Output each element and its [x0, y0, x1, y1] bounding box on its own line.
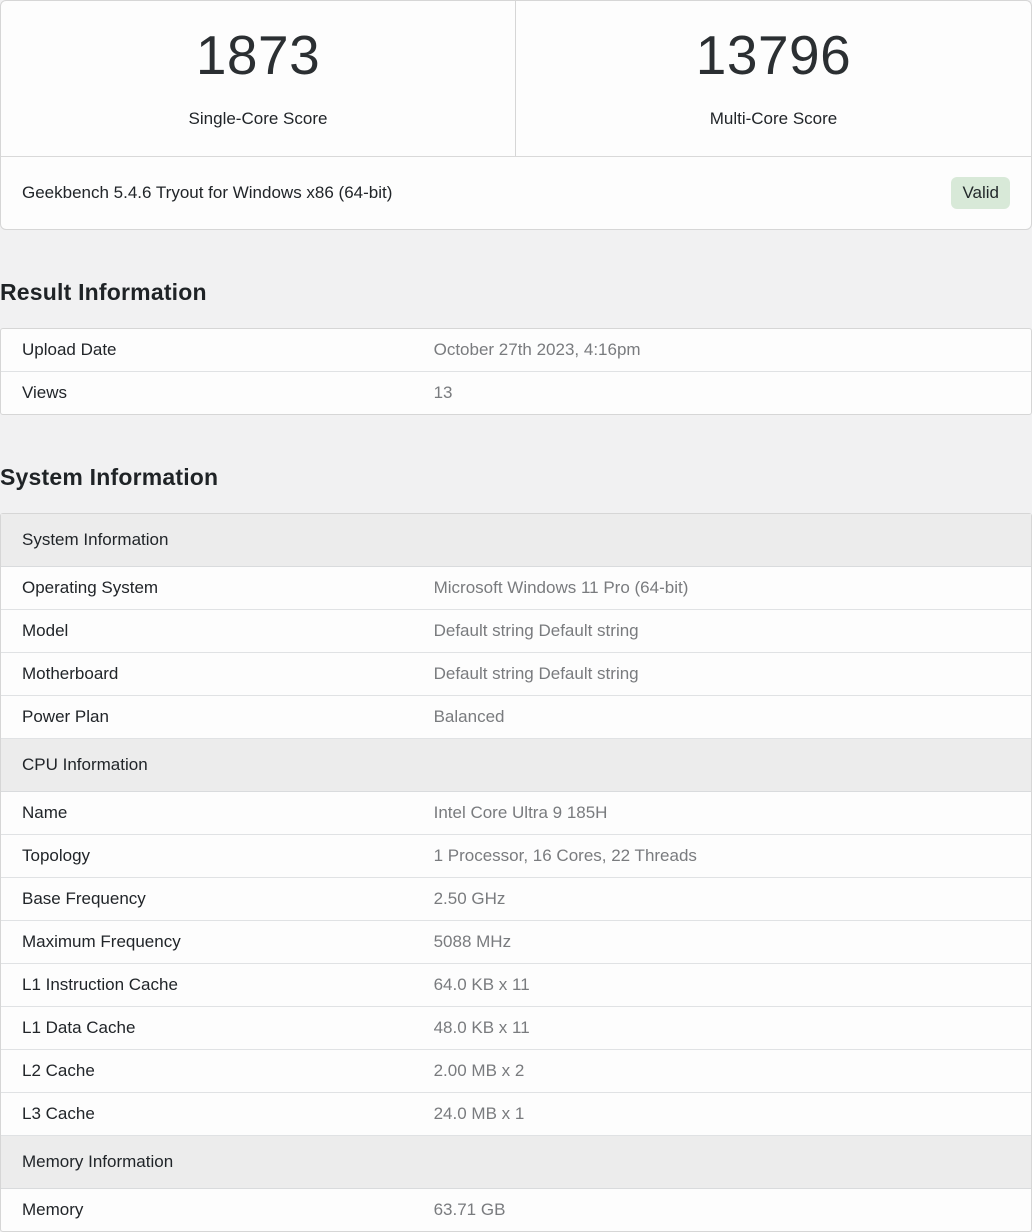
- table-row: Power PlanBalanced: [1, 696, 1031, 739]
- table-row: Operating SystemMicrosoft Windows 11 Pro…: [1, 567, 1031, 610]
- subheader-label: CPU Information: [1, 739, 1031, 791]
- row-label: Maximum Frequency: [1, 921, 434, 963]
- geekbench-result-page: 1873 Single-Core Score 13796 Multi-Core …: [0, 0, 1032, 1232]
- score-summary-card: 1873 Single-Core Score 13796 Multi-Core …: [0, 0, 1032, 230]
- result-information-heading: Result Information: [0, 279, 1032, 306]
- table-row: Maximum Frequency5088 MHz: [1, 921, 1031, 964]
- row-label: Motherboard: [1, 653, 434, 695]
- benchmark-title: Geekbench 5.4.6 Tryout for Windows x86 (…: [22, 183, 392, 203]
- row-value: 2.00 MB x 2: [434, 1050, 1031, 1092]
- row-value: Microsoft Windows 11 Pro (64-bit): [434, 567, 1031, 609]
- row-label: L1 Instruction Cache: [1, 964, 434, 1006]
- row-label: Power Plan: [1, 696, 434, 738]
- row-value: Default string Default string: [434, 653, 1031, 695]
- single-core-score-value: 1873: [196, 28, 320, 83]
- table-subheader-row: CPU Information: [1, 739, 1031, 792]
- row-value: October 27th 2023, 4:16pm: [434, 329, 1031, 371]
- row-value: 64.0 KB x 11: [434, 964, 1031, 1006]
- row-label: L1 Data Cache: [1, 1007, 434, 1049]
- multi-core-score-value: 13796: [696, 28, 851, 83]
- row-label: Views: [1, 372, 434, 414]
- row-label: Model: [1, 610, 434, 652]
- system-information-table: System InformationOperating SystemMicros…: [0, 513, 1032, 1232]
- row-label: Topology: [1, 835, 434, 877]
- row-label: L2 Cache: [1, 1050, 434, 1092]
- table-subheader-row: System Information: [1, 514, 1031, 567]
- row-value: 24.0 MB x 1: [434, 1093, 1031, 1135]
- row-value: Default string Default string: [434, 610, 1031, 652]
- multi-core-score-panel: 13796 Multi-Core Score: [516, 1, 1031, 156]
- table-row: L3 Cache24.0 MB x 1: [1, 1093, 1031, 1136]
- row-label: Name: [1, 792, 434, 834]
- table-row: MotherboardDefault string Default string: [1, 653, 1031, 696]
- row-value: 48.0 KB x 11: [434, 1007, 1031, 1049]
- system-information-heading: System Information: [0, 464, 1032, 491]
- table-row: Topology1 Processor, 16 Cores, 22 Thread…: [1, 835, 1031, 878]
- row-label: Upload Date: [1, 329, 434, 371]
- subheader-label: Memory Information: [1, 1136, 1031, 1188]
- subheader-label: System Information: [1, 514, 1031, 566]
- table-row: Base Frequency2.50 GHz: [1, 878, 1031, 921]
- row-value: 5088 MHz: [434, 921, 1031, 963]
- table-row: Views13: [1, 372, 1031, 414]
- single-core-score-panel: 1873 Single-Core Score: [1, 1, 516, 156]
- row-label: Base Frequency: [1, 878, 434, 920]
- row-value: 13: [434, 372, 1031, 414]
- table-row: NameIntel Core Ultra 9 185H: [1, 792, 1031, 835]
- valid-status-badge: Valid: [951, 177, 1010, 209]
- table-row: L1 Data Cache48.0 KB x 11: [1, 1007, 1031, 1050]
- row-label: Operating System: [1, 567, 434, 609]
- table-row: Memory63.71 GB: [1, 1189, 1031, 1231]
- table-row: L2 Cache2.00 MB x 2: [1, 1050, 1031, 1093]
- row-value: 2.50 GHz: [434, 878, 1031, 920]
- row-value: Intel Core Ultra 9 185H: [434, 792, 1031, 834]
- single-core-score-label: Single-Core Score: [189, 109, 328, 129]
- row-label: L3 Cache: [1, 1093, 434, 1135]
- table-row: ModelDefault string Default string: [1, 610, 1031, 653]
- table-row: L1 Instruction Cache64.0 KB x 11: [1, 964, 1031, 1007]
- row-value: 1 Processor, 16 Cores, 22 Threads: [434, 835, 1031, 877]
- result-information-table: Upload DateOctober 27th 2023, 4:16pmView…: [0, 328, 1032, 415]
- row-value: Balanced: [434, 696, 1031, 738]
- benchmark-info-bar: Geekbench 5.4.6 Tryout for Windows x86 (…: [1, 156, 1031, 229]
- score-row: 1873 Single-Core Score 13796 Multi-Core …: [1, 1, 1031, 156]
- table-subheader-row: Memory Information: [1, 1136, 1031, 1189]
- row-label: Memory: [1, 1189, 434, 1231]
- row-value: 63.71 GB: [434, 1189, 1031, 1231]
- table-row: Upload DateOctober 27th 2023, 4:16pm: [1, 329, 1031, 372]
- multi-core-score-label: Multi-Core Score: [710, 109, 838, 129]
